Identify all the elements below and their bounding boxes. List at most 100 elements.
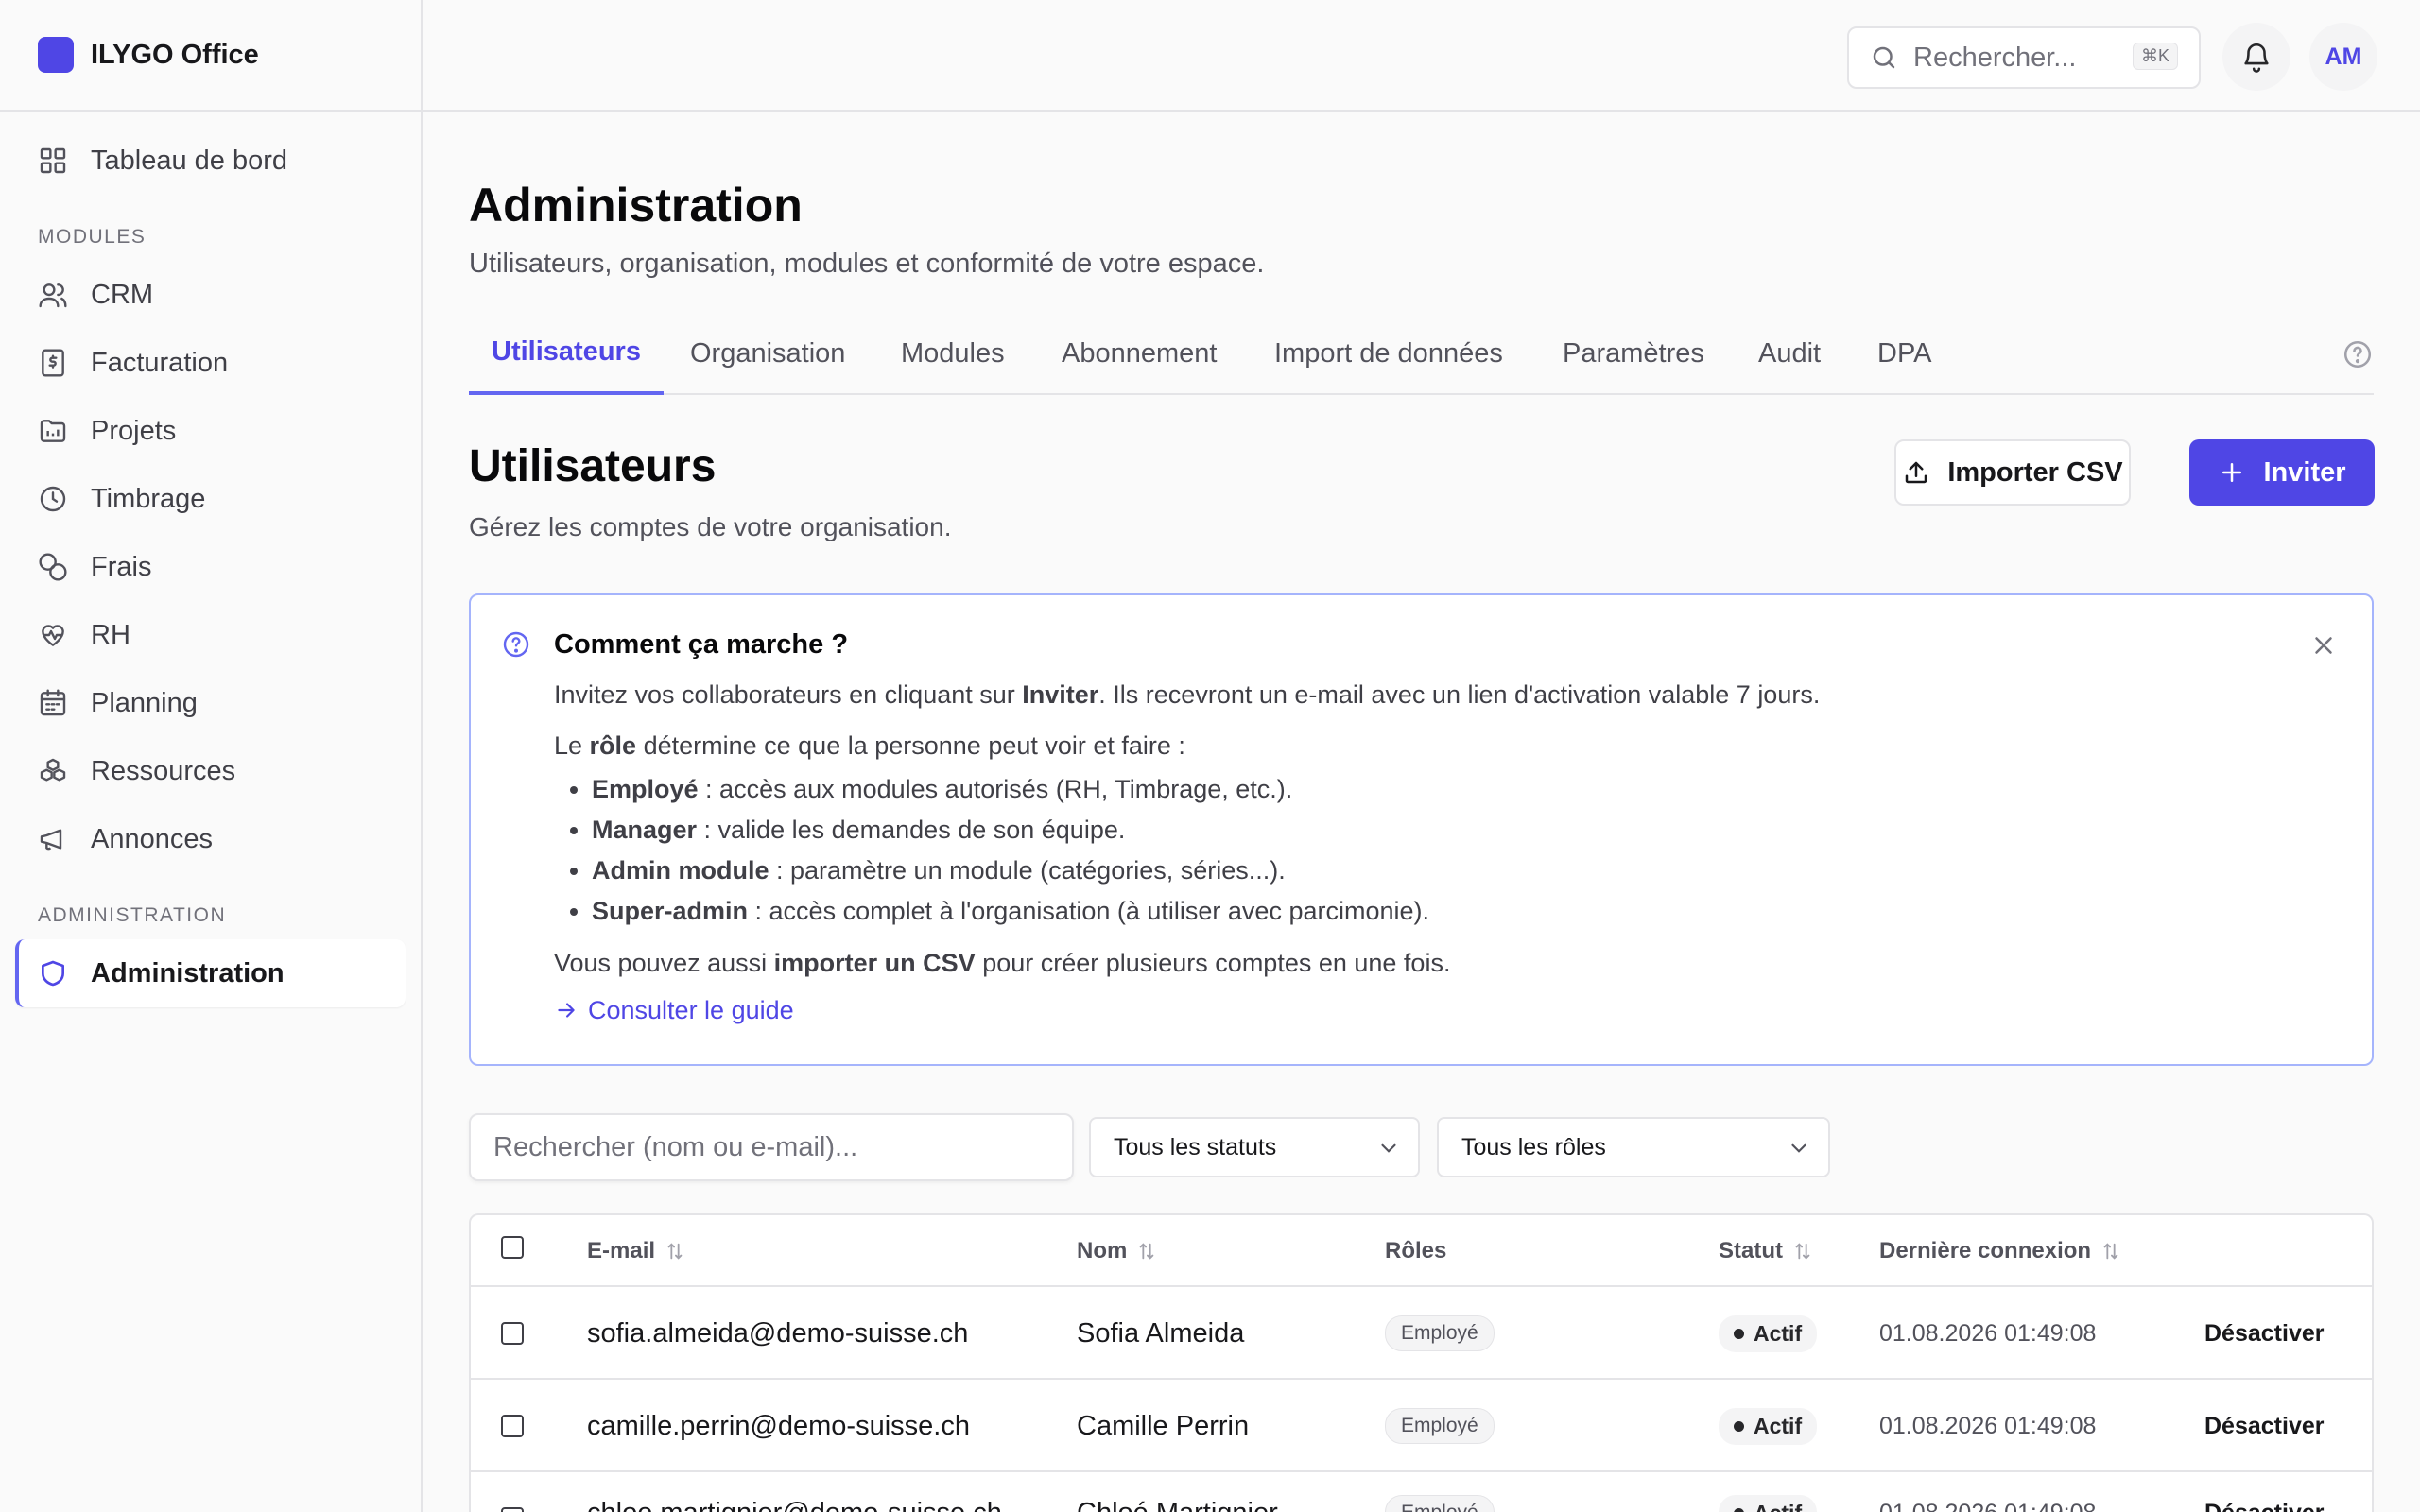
sidebar-item-crm[interactable]: CRM <box>15 261 406 329</box>
section-title: Utilisateurs <box>469 441 717 491</box>
sidebar-item-label: Tableau de bord <box>91 145 287 176</box>
invite-button[interactable]: Inviter <box>2189 439 2375 506</box>
sidebar-item-dashboard[interactable]: Tableau de bord <box>15 127 406 195</box>
header-status[interactable]: Statut <box>1719 1215 1813 1287</box>
sidebar-item-label: RH <box>91 619 130 650</box>
deactivate-button[interactable]: Désactiver <box>2204 1472 2324 1512</box>
invoice-icon <box>38 348 68 378</box>
header-label: Statut <box>1719 1238 1783 1263</box>
users-icon <box>38 280 68 310</box>
clock-icon <box>38 484 68 514</box>
deactivate-button[interactable]: Désactiver <box>2204 1380 2324 1472</box>
chevron-down-icon <box>1791 1143 1806 1153</box>
status-select[interactable]: Tous les statuts <box>1089 1117 1420 1177</box>
sidebar-item-planning[interactable]: Planning <box>15 669 406 737</box>
role-select[interactable]: Tous les rôles <box>1437 1117 1830 1177</box>
info-panel: Comment ça marche ? Invitez vos collabor… <box>469 593 2374 1066</box>
cell-email: camille.perrin@demo-suisse.ch <box>587 1410 970 1441</box>
sidebar-item-rh[interactable]: RH <box>15 601 406 669</box>
select-all-checkbox[interactable] <box>501 1236 524 1259</box>
tab-modules[interactable]: Modules <box>901 312 1005 395</box>
coins-icon <box>38 552 68 582</box>
status-dot <box>1734 1507 1744 1512</box>
arrow-right-icon <box>558 1003 575 1018</box>
grid-icon <box>38 146 68 176</box>
user-search-input[interactable]: Rechercher (nom ou e-mail)... <box>469 1113 1074 1181</box>
sidebar-item-label: Administration <box>91 957 285 988</box>
close-icon[interactable] <box>2309 631 2338 660</box>
cell-last-login: 01.08.2026 01:49:08 <box>1879 1319 2097 1347</box>
import-csv-label: Importer CSV <box>1947 456 2123 488</box>
tab-utilisateurs[interactable]: Utilisateurs <box>469 312 664 395</box>
avatar[interactable]: AM <box>2309 23 2377 91</box>
sort-icon <box>1140 1243 1154 1260</box>
sidebar-item-facturation[interactable]: Facturation <box>15 329 406 397</box>
sidebar-section-admin: ADMINISTRATION <box>38 904 227 926</box>
table-header: E-mail Nom Rôles Statut Dernière connexi… <box>471 1215 2372 1287</box>
invite-label: Inviter <box>2263 456 2346 488</box>
role-badge: Employé <box>1385 1315 1495 1351</box>
text: . Ils recevront un e-mail avec un lien d… <box>1098 680 1821 709</box>
brand-logo <box>38 37 74 73</box>
tab-audit[interactable]: Audit <box>1758 312 1821 395</box>
cell-email: sofia.almeida@demo-suisse.ch <box>587 1317 969 1349</box>
info-paragraph: Invitez vos collaborateurs en cliquant s… <box>554 675 2312 714</box>
heart-pulse-icon <box>38 620 68 650</box>
notifications-button[interactable] <box>2222 23 2290 91</box>
tab-dpa[interactable]: DPA <box>1877 312 1931 395</box>
row-checkbox[interactable] <box>501 1507 524 1512</box>
header-email[interactable]: E-mail <box>587 1215 685 1287</box>
tab-abonnement[interactable]: Abonnement <box>1062 312 1217 395</box>
sidebar-item-label: Annonces <box>91 823 213 854</box>
brand[interactable]: ILYGO Office <box>0 0 421 112</box>
tab-bar: Utilisateurs Organisation Modules Abonne… <box>469 312 2374 395</box>
header-label: Nom <box>1077 1238 1128 1263</box>
brand-name: ILYGO Office <box>91 39 259 70</box>
row-checkbox[interactable] <box>501 1322 524 1345</box>
deactivate-button[interactable]: Désactiver <box>2204 1287 2324 1380</box>
sidebar-item-label: Frais <box>91 551 152 582</box>
tab-parametres[interactable]: Paramètres <box>1563 312 1704 395</box>
info-body: Invitez vos collaborateurs en cliquant s… <box>554 675 2312 1030</box>
page-title: Administration <box>469 179 803 232</box>
sidebar-item-projets[interactable]: Projets <box>15 397 406 465</box>
search-icon <box>1873 46 1895 69</box>
help-icon[interactable] <box>2342 338 2374 370</box>
upload-icon <box>1906 461 1927 484</box>
header-label: Rôles <box>1385 1238 1447 1263</box>
role-badge: Employé <box>1385 1408 1495 1444</box>
sidebar-item-annonces[interactable]: Annonces <box>15 805 406 873</box>
help-circle-icon <box>503 631 529 658</box>
guide-link[interactable]: Consulter le guide <box>554 990 2312 1030</box>
header-name[interactable]: Nom <box>1077 1215 1157 1287</box>
list-item: Super-admin : accès complet à l'organisa… <box>592 891 2312 932</box>
text: Vous pouvez aussi <box>554 949 774 977</box>
row-checkbox[interactable] <box>501 1415 524 1437</box>
status-badge: Actif <box>1719 1407 1818 1445</box>
text: Le <box>554 731 590 760</box>
sidebar-item-frais[interactable]: Frais <box>15 533 406 601</box>
info-title: Comment ça marche ? <box>554 629 849 660</box>
role-name: Super-admin <box>592 897 749 925</box>
cell-email: chloe.martignier@demo-suisse.ch <box>587 1472 1002 1512</box>
shield-icon <box>38 958 68 988</box>
info-paragraph: Vous pouvez aussi importer un CSV pour c… <box>554 943 2312 983</box>
global-search-input[interactable]: Rechercher... ⌘K <box>1847 26 2201 89</box>
tab-organisation[interactable]: Organisation <box>690 312 845 395</box>
sidebar-item-timbrage[interactable]: Timbrage <box>15 465 406 533</box>
list-item: Manager : valide les demandes de son équ… <box>592 810 2312 850</box>
search-placeholder: Rechercher... <box>1913 42 2077 73</box>
sidebar-nav: Tableau de bord MODULES CRM Facturation … <box>0 112 421 1007</box>
status-dot <box>1734 1420 1744 1432</box>
sidebar-item-administration[interactable]: Administration <box>15 939 406 1007</box>
sidebar-item-ressources[interactable]: Ressources <box>15 737 406 805</box>
status-badge: Actif <box>1719 1494 1818 1512</box>
list-item: Admin module : paramètre un module (caté… <box>592 850 2312 891</box>
import-csv-button[interactable]: Importer CSV <box>1894 439 2131 506</box>
table-row: camille.perrin@demo-suisse.ch Camille Pe… <box>471 1380 2372 1472</box>
section-subtitle: Gérez les comptes de votre organisation. <box>469 512 952 541</box>
header-last-login[interactable]: Dernière connexion <box>1879 1215 2121 1287</box>
status-dot <box>1734 1328 1744 1339</box>
tab-import[interactable]: Import de données <box>1274 312 1503 395</box>
plus-icon <box>2222 463 2242 482</box>
